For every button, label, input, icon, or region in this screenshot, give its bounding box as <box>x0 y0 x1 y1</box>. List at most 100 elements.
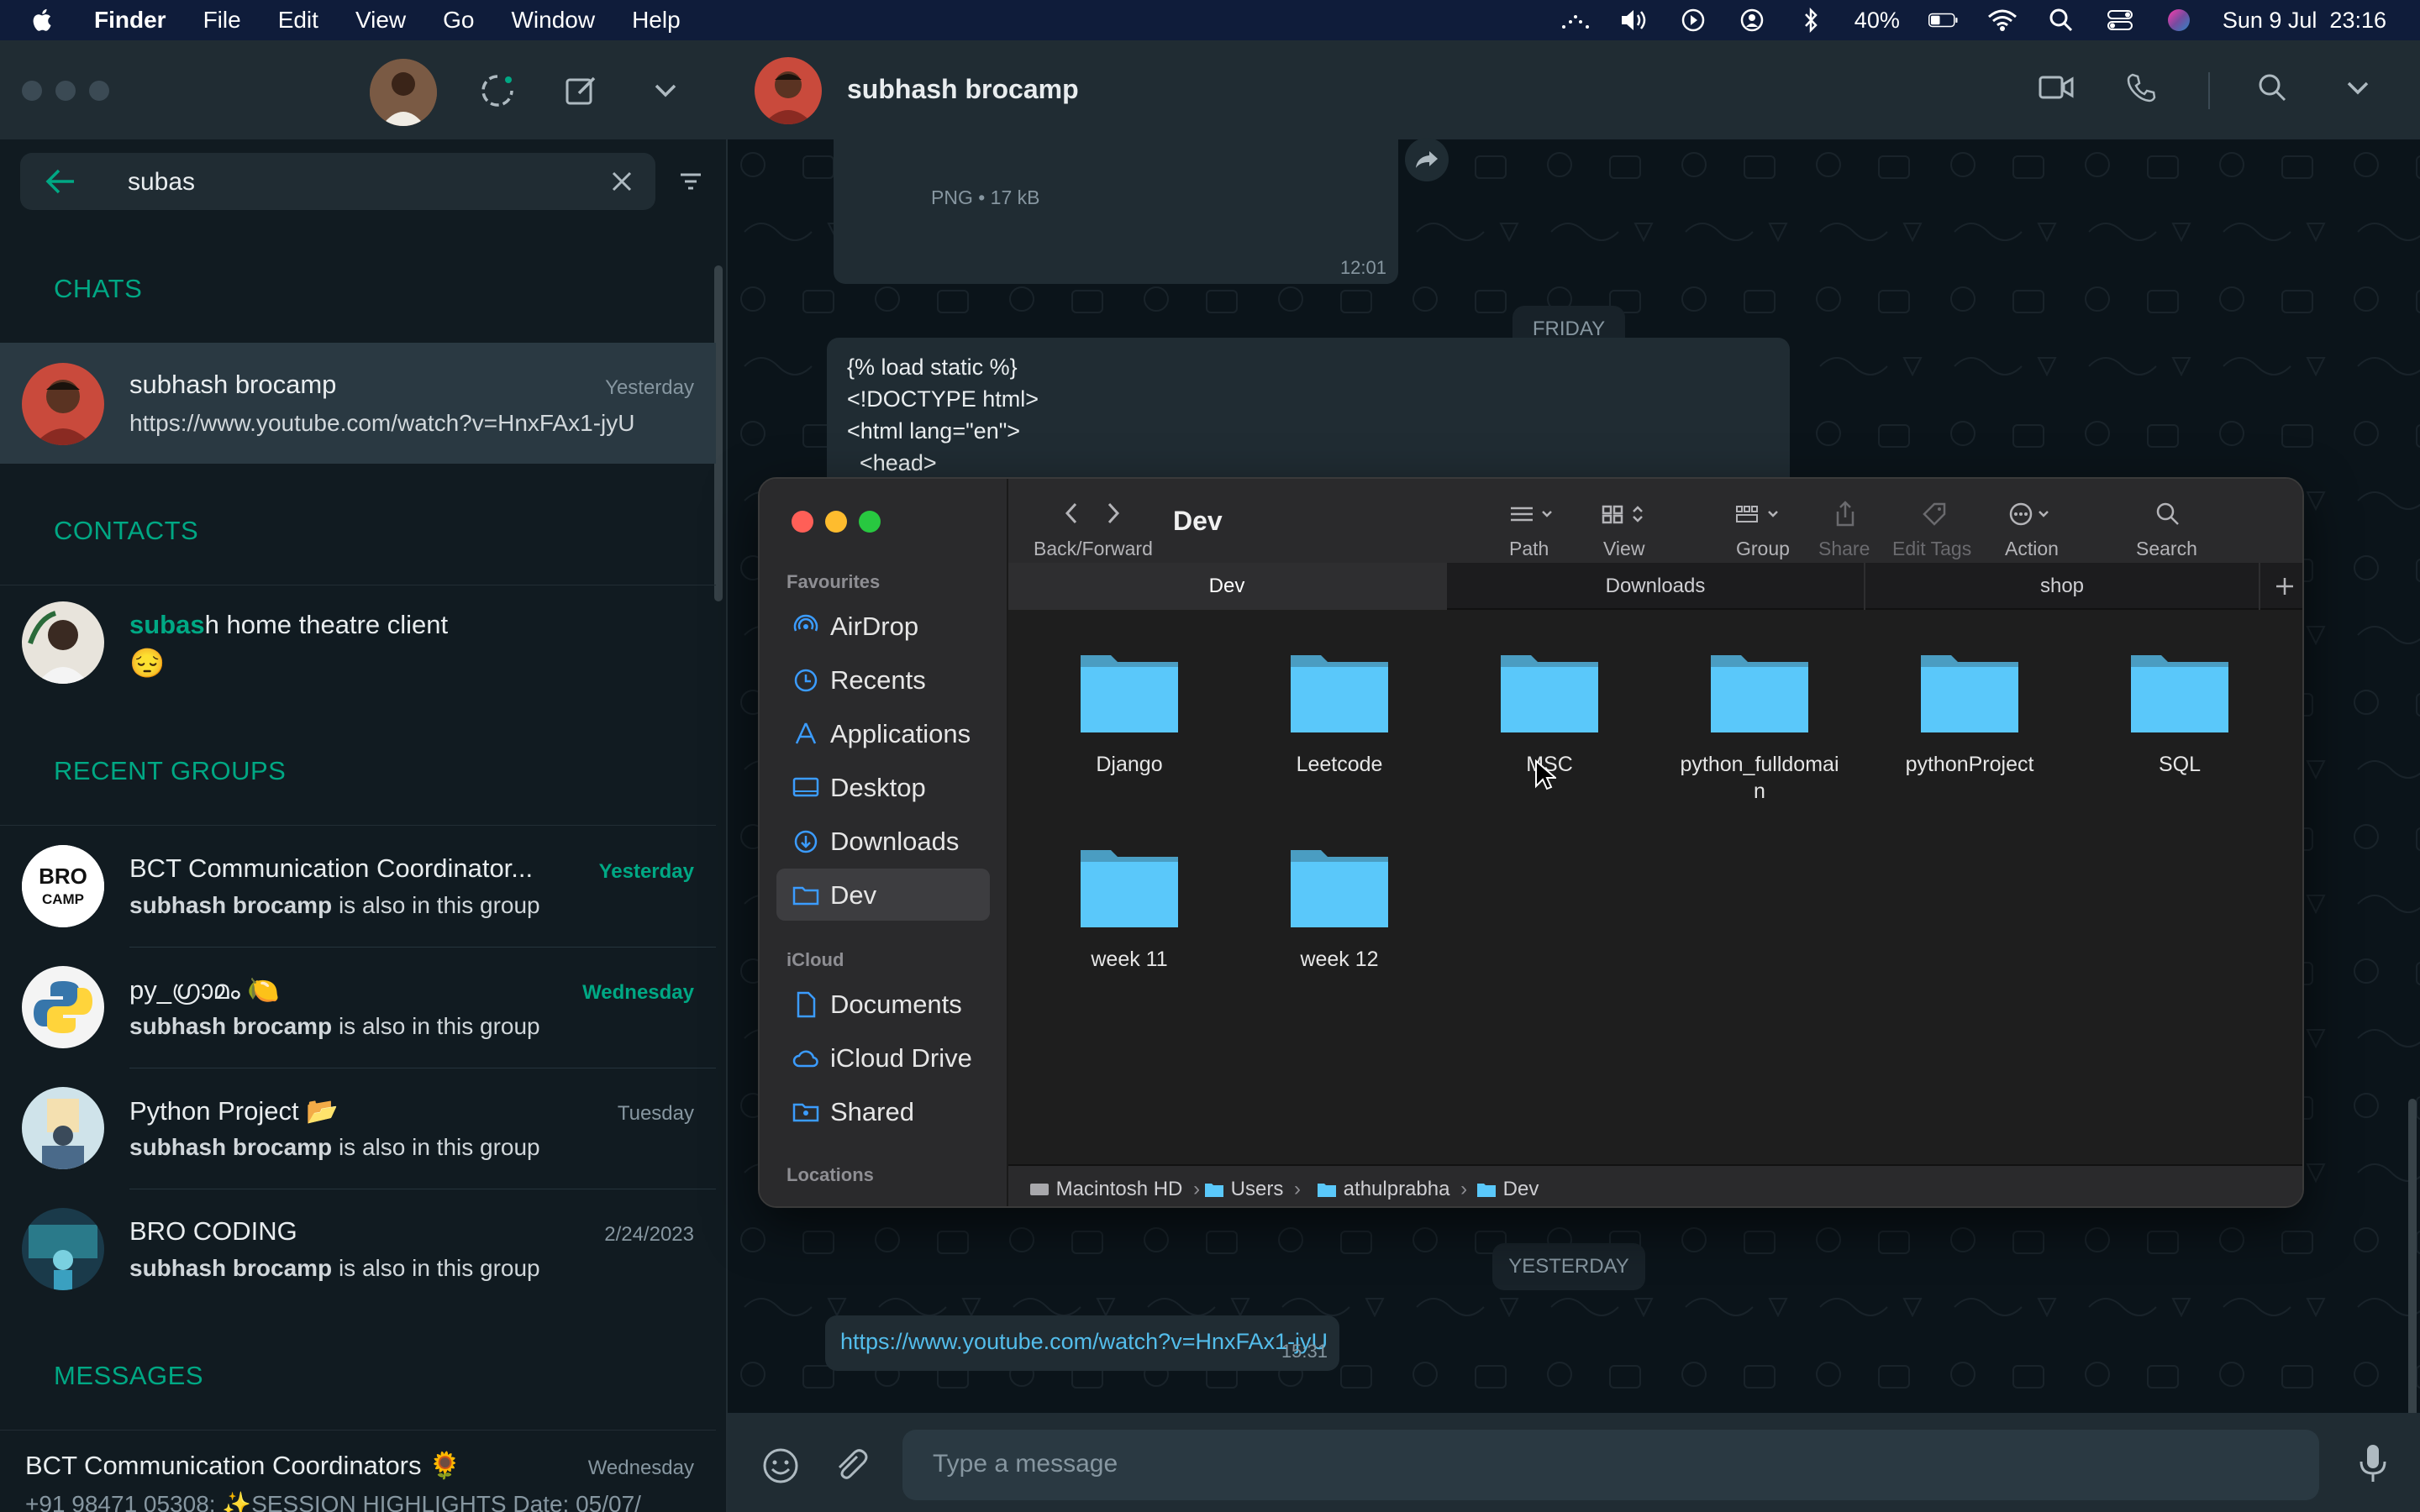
microphone-icon[interactable] <box>2358 1443 2388 1488</box>
action-ellipsis-icon[interactable] <box>2005 497 2060 531</box>
contact-avatar[interactable] <box>755 57 822 124</box>
file-message-bubble[interactable]: PNG • 17 kB 12:01 <box>834 139 1398 284</box>
share-icon[interactable] <box>1828 497 1862 531</box>
sidebar-item-downloads[interactable]: Downloads <box>776 815 990 867</box>
tab-shop[interactable]: shop <box>1865 563 2260 610</box>
forward-icon[interactable] <box>1104 501 1123 530</box>
action-label[interactable]: Action <box>2005 538 2059 560</box>
display-icon[interactable] <box>1560 5 1591 35</box>
apple-menu-icon[interactable] <box>29 6 57 34</box>
group-row[interactable]: BRO CAMP BCT Communication Coordinator...… <box>0 827 716 948</box>
new-tab-button[interactable] <box>2264 563 2302 610</box>
menu-go[interactable]: Go <box>443 7 474 34</box>
attach-icon[interactable] <box>832 1446 869 1488</box>
finder-close-button[interactable] <box>792 511 813 533</box>
bluetooth-icon[interactable] <box>1796 5 1826 35</box>
window-minimize-button[interactable] <box>55 81 76 101</box>
filter-icon[interactable] <box>677 168 704 199</box>
menu-help[interactable]: Help <box>632 7 681 34</box>
window-zoom-button[interactable] <box>89 81 109 101</box>
conversation-title[interactable]: subhash brocamp <box>847 74 1079 105</box>
window-close-button[interactable] <box>22 81 42 101</box>
battery-icon[interactable] <box>1928 5 1959 35</box>
siri-icon[interactable] <box>2164 5 2194 35</box>
path-crumb-macintosh-hd[interactable]: Macintosh HD › <box>1028 1178 1200 1201</box>
now-playing-icon[interactable] <box>1678 5 1708 35</box>
share-label[interactable]: Share <box>1818 538 1870 560</box>
tab-dev[interactable]: Dev <box>1008 563 1447 610</box>
group-label[interactable]: Group <box>1736 538 1790 560</box>
menu-edit[interactable]: Edit <box>278 7 318 34</box>
profile-avatar[interactable] <box>370 59 437 126</box>
folder-icon <box>1205 1184 1223 1197</box>
folder-item[interactable]: pythonProject <box>1886 638 2054 776</box>
sidebar-item-airdrop[interactable]: AirDrop <box>776 600 990 652</box>
chevron-down-icon[interactable] <box>647 72 684 109</box>
chevron-down-icon[interactable] <box>2346 81 2370 100</box>
spotlight-search-icon[interactable] <box>2046 5 2076 35</box>
emoji-icon[interactable] <box>761 1446 800 1489</box>
sidebar-item-applications[interactable]: Applications <box>776 707 990 759</box>
view-label[interactable]: View <box>1603 538 1644 560</box>
sidebar-item-desktop[interactable]: Desktop <box>776 761 990 813</box>
menu-clock[interactable]: Sun 9 Jul 23:16 <box>2223 8 2386 34</box>
sidebar-item-documents[interactable]: Documents <box>776 978 990 1030</box>
finder-minimize-button[interactable] <box>825 511 847 533</box>
chat-scrollbar[interactable] <box>2408 1099 2417 1418</box>
contact-row[interactable]: subash home theatre client 😔 <box>0 586 716 707</box>
folder-icon <box>1291 655 1388 732</box>
edit-tags-label[interactable]: Edit Tags <box>1892 538 1971 560</box>
tag-icon[interactable] <box>1918 497 1951 531</box>
menu-window[interactable]: Window <box>511 7 595 34</box>
search-label[interactable]: Search <box>2136 538 2197 560</box>
folder-item[interactable]: Leetcode <box>1255 638 1423 776</box>
group-row[interactable]: Python Project 📂 Tuesday subhash brocamp… <box>0 1068 716 1189</box>
message-input[interactable]: Type a message <box>902 1430 2319 1500</box>
path-crumb-athulprabha[interactable]: athulprabha › <box>1316 1178 1467 1201</box>
path-label[interactable]: Path <box>1509 538 1549 560</box>
finder-zoom-button[interactable] <box>859 511 881 533</box>
tab-downloads[interactable]: Downloads <box>1447 563 1865 610</box>
search-chat-icon[interactable] <box>2257 72 2287 107</box>
group-icon[interactable] <box>1731 497 1786 531</box>
voice-call-icon[interactable] <box>2126 72 2156 107</box>
new-chat-icon[interactable] <box>563 72 600 109</box>
volume-icon[interactable] <box>1619 5 1649 35</box>
folder-item[interactable]: week 11 <box>1045 833 1213 971</box>
folder-item[interactable]: python_fulldomain <box>1676 638 1844 803</box>
search-input[interactable]: subas <box>128 168 195 197</box>
sidebar-item-icloud-drive[interactable]: iCloud Drive <box>776 1032 990 1084</box>
message-row[interactable]: BCT Communication Coordinators 🌻 Wednesd… <box>0 1431 716 1512</box>
sidebar-item-dev[interactable]: Dev <box>776 869 990 921</box>
folder-item[interactable]: MSC <box>1465 638 1634 776</box>
wifi-icon[interactable] <box>1987 5 2018 35</box>
group-row[interactable]: BRO CODING 2/24/2023 subhash brocamp is … <box>0 1189 716 1310</box>
menu-app-name[interactable]: Finder <box>94 7 166 34</box>
path-icon[interactable] <box>1504 497 1558 531</box>
control-center-icon[interactable] <box>2105 5 2135 35</box>
sidebar-item-shared[interactable]: Shared <box>776 1085 990 1137</box>
message-link[interactable]: https://www.youtube.com/watch?v=HnxFAx1-… <box>840 1329 1328 1355</box>
path-crumb-dev[interactable]: Dev <box>1476 1178 1539 1201</box>
folder-item[interactable]: week 12 <box>1255 833 1423 971</box>
link-message-bubble[interactable]: https://www.youtube.com/watch?v=HnxFAx1-… <box>825 1315 1339 1371</box>
back-arrow-icon[interactable] <box>44 166 77 201</box>
group-row[interactable]: py_ഗ്രാമം 🍋 Wednesday subhash brocamp is… <box>0 948 716 1068</box>
forward-button[interactable] <box>1405 138 1449 181</box>
status-icon[interactable] <box>479 72 516 109</box>
path-crumb-users[interactable]: Users › <box>1203 1178 1301 1201</box>
folder-item[interactable]: SQL <box>2096 638 2264 776</box>
clear-search-icon[interactable] <box>608 168 635 199</box>
search-bar[interactable]: subas <box>20 153 655 210</box>
video-call-icon[interactable] <box>2039 74 2074 105</box>
sidebar-item-recents[interactable]: Recents <box>776 654 990 706</box>
conversation-header[interactable]: subhash brocamp <box>728 40 2420 139</box>
chat-row-subhash-brocamp[interactable]: subhash brocamp Yesterday https://www.yo… <box>0 343 716 464</box>
menu-file[interactable]: File <box>203 7 241 34</box>
user-icon[interactable] <box>1737 5 1767 35</box>
folder-item[interactable]: Django <box>1045 638 1213 776</box>
view-grid-icon[interactable] <box>1597 497 1650 531</box>
menu-view[interactable]: View <box>355 7 406 34</box>
back-icon[interactable] <box>1062 501 1081 530</box>
finder-search-icon[interactable] <box>2151 497 2185 531</box>
